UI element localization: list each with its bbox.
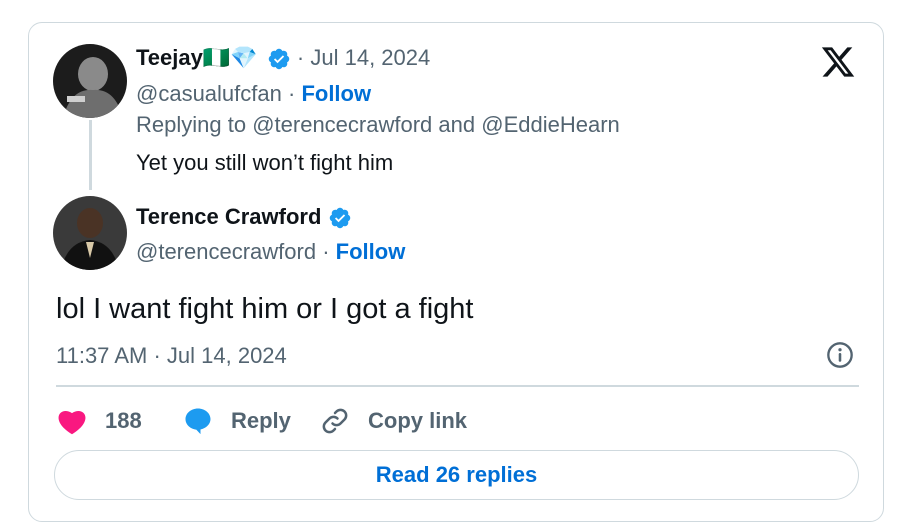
main-author-avatar[interactable] [53, 196, 127, 270]
handle-separator: · [322, 239, 330, 264]
main-tweet-header: Terence Crawford [136, 204, 352, 230]
parent-author-avatar[interactable] [53, 44, 127, 118]
main-author-name[interactable]: Terence Crawford [136, 204, 321, 229]
like-button[interactable]: 188 [57, 404, 142, 438]
main-tweet-text: lol I want fight him or I got a fight [56, 293, 474, 325]
tweet-timestamp[interactable]: 11:37 AM · Jul 14, 2024 [56, 343, 287, 369]
thread-connector-line [89, 120, 92, 190]
like-count: 188 [105, 408, 142, 433]
gem-emoji: 💎 [230, 45, 258, 70]
parent-tweet-text: Yet you still won’t fight him [136, 150, 394, 175]
copy-link-button[interactable]: Copy link [320, 404, 467, 438]
reply-mention-terencecrawford[interactable]: @terencecrawford [252, 112, 432, 137]
follow-main-author-link[interactable]: Follow [336, 239, 406, 264]
reply-mention-eddiehearn[interactable]: @EddieHearn [481, 112, 620, 137]
follow-parent-author-link[interactable]: Follow [301, 81, 371, 106]
parent-handle-row: @casualufcfan · Follow [136, 81, 371, 107]
read-replies-button[interactable]: Read 26 replies [54, 450, 859, 500]
main-author-handle[interactable]: @terencecrawford [136, 239, 316, 264]
parent-author-name[interactable]: Teejay [136, 45, 203, 70]
reply-label: Reply [231, 408, 291, 433]
parent-tweet-date[interactable]: Jul 14, 2024 [310, 45, 430, 70]
parent-author-handle[interactable]: @casualufcfan [136, 81, 282, 106]
parent-tweet-header: Teejay🇳🇬💎 · Jul 14, 2024 [136, 45, 430, 71]
main-handle-row: @terencecrawford · Follow [136, 239, 405, 265]
tweet-time: 11:37 AM [56, 343, 148, 368]
link-icon [320, 406, 350, 436]
tweet-date: Jul 14, 2024 [166, 343, 287, 368]
divider [56, 385, 859, 387]
reply-button[interactable]: Reply [183, 404, 291, 438]
replying-to-prefix: Replying to [136, 112, 247, 137]
nigeria-flag-emoji: 🇳🇬 [202, 45, 231, 70]
info-icon[interactable] [826, 341, 854, 369]
heart-icon [57, 407, 87, 435]
replying-to-line: Replying to @terencecrawford and @EddieH… [136, 112, 620, 138]
verified-badge-icon [268, 48, 290, 70]
timestamp-separator: · [153, 343, 161, 368]
copy-link-label: Copy link [368, 408, 468, 433]
x-logo-icon[interactable] [820, 44, 856, 80]
handle-separator: · [287, 81, 296, 106]
speech-bubble-icon [183, 406, 213, 436]
verified-badge-icon [329, 207, 350, 229]
header-separator: · [296, 45, 305, 70]
replying-to-and: and [438, 112, 476, 137]
